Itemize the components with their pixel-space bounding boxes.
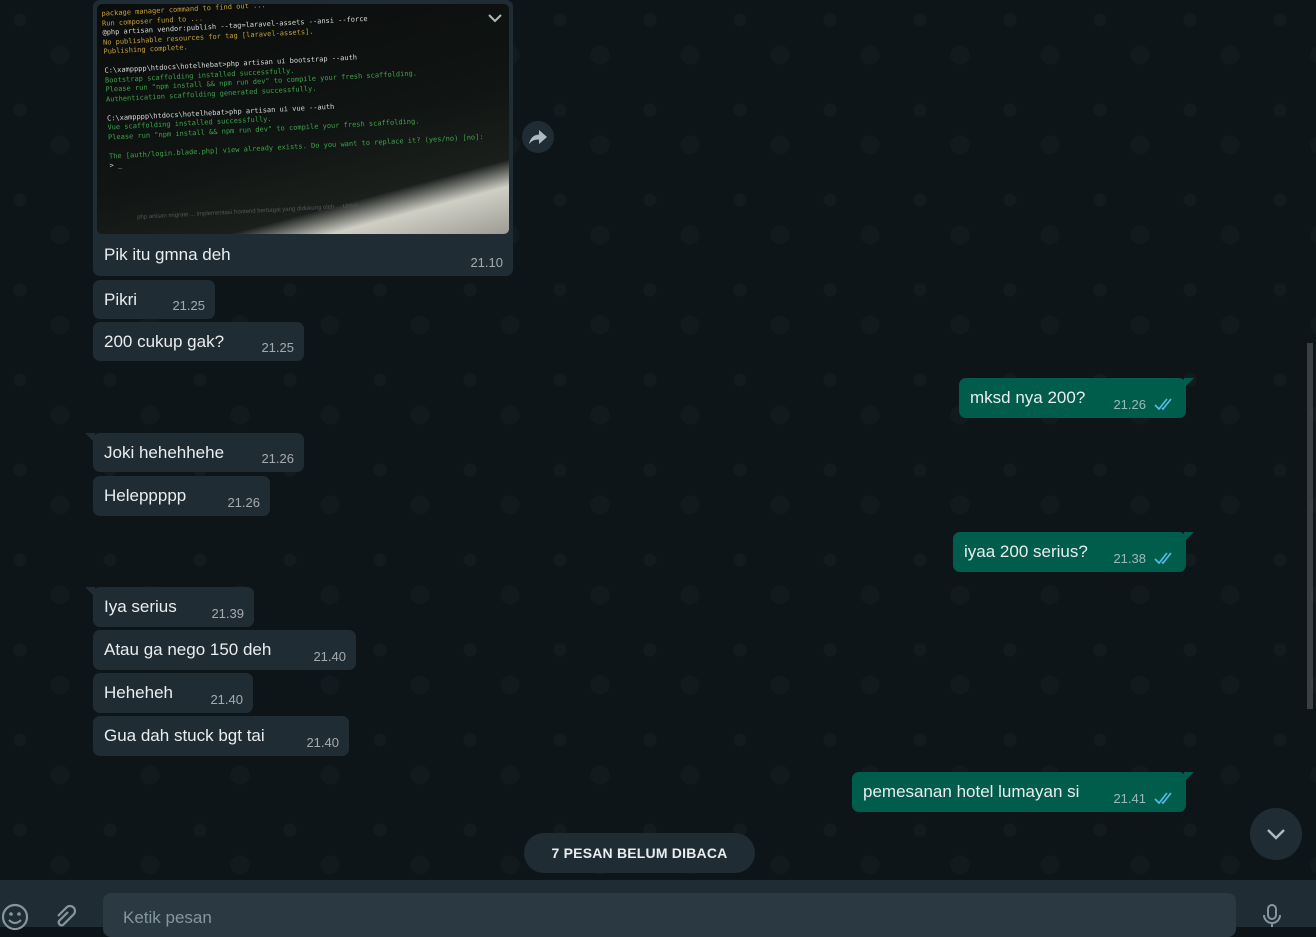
double-check-icon xyxy=(1154,792,1172,805)
bubble-tail xyxy=(85,433,95,443)
double-check-icon xyxy=(1154,398,1172,411)
message-bubble[interactable]: Atau ga nego 150 deh 21.40 xyxy=(93,630,356,670)
chevron-down-icon[interactable] xyxy=(487,12,503,24)
emoji-icon[interactable] xyxy=(0,902,32,934)
message-time: 21.26 xyxy=(1113,397,1146,412)
message-time: 21.26 xyxy=(227,495,260,510)
message-bubble[interactable]: mksd nya 200? 21.26 xyxy=(959,378,1194,418)
message-time: 21.40 xyxy=(313,649,346,664)
message-text: Pik itu gmna deh xyxy=(104,245,231,264)
forward-button[interactable] xyxy=(522,121,554,153)
double-check-icon xyxy=(1154,552,1172,565)
message-text: Atau ga nego 150 deh xyxy=(104,640,272,659)
message-text: pemesanan hotel lumayan si xyxy=(863,782,1080,801)
bubble-tail xyxy=(1184,772,1194,782)
message-bubble[interactable]: Heheheh 21.40 xyxy=(93,673,253,713)
message-text: Gua dah stuck bgt tai xyxy=(104,726,265,745)
message-text: 200 cukup gak? xyxy=(104,332,225,351)
message-bubble[interactable]: Gua dah stuck bgt tai 21.40 xyxy=(93,716,349,756)
scroll-to-bottom-button[interactable] xyxy=(1250,808,1302,860)
message-text: Pikri xyxy=(104,290,138,309)
message-text: Iya serius xyxy=(104,597,177,616)
message-text: iyaa 200 serius? xyxy=(964,542,1088,561)
terminal-photo[interactable]: package manager command to find out ... … xyxy=(97,4,509,234)
image-message[interactable]: package manager command to find out ... … xyxy=(93,0,513,276)
message-time: 21.40 xyxy=(306,735,339,750)
message-bubble[interactable]: Iya serius 21.39 xyxy=(85,587,254,627)
attach-icon[interactable] xyxy=(50,902,82,934)
chevron-down-icon xyxy=(1267,829,1285,840)
message-time: 21.38 xyxy=(1113,551,1146,566)
message-time: 21.25 xyxy=(261,340,294,355)
message-bubble[interactable]: Joki hehehhehe 21.26 xyxy=(85,433,304,472)
message-text: mksd nya 200? xyxy=(970,388,1086,407)
chat-area: package manager command to find out ... … xyxy=(0,0,1316,880)
message-time: 21.10 xyxy=(470,255,503,270)
scrollbar[interactable] xyxy=(1307,343,1313,709)
message-time: 21.26 xyxy=(261,451,294,466)
message-bubble[interactable]: Pikri 21.25 xyxy=(93,280,215,319)
message-time: 21.40 xyxy=(210,692,243,707)
mic-icon[interactable] xyxy=(1260,903,1284,927)
message-bubble[interactable]: Heleppppp 21.26 xyxy=(93,476,270,516)
message-text: Heheheh xyxy=(104,683,174,702)
message-bubble[interactable]: pemesanan hotel lumayan si 21.41 xyxy=(852,772,1194,812)
message-input-wrapper[interactable] xyxy=(103,893,1236,937)
message-bubble[interactable]: 200 cukup gak? 21.25 xyxy=(93,322,304,361)
forward-icon xyxy=(529,130,547,145)
unread-messages-banner[interactable]: 7 PESAN BELUM DIBACA xyxy=(524,833,755,873)
message-text: Heleppppp xyxy=(104,486,187,505)
message-input[interactable] xyxy=(103,893,1236,937)
message-time: 21.25 xyxy=(172,298,205,313)
message-text: Joki hehehhehe xyxy=(104,443,225,462)
message-time: 21.39 xyxy=(211,606,244,621)
message-time: 21.41 xyxy=(1113,791,1146,806)
terminal-text: package manager command to find out ... … xyxy=(97,4,509,204)
bubble-tail xyxy=(1184,532,1194,542)
screen-caption: php artisan migrate ... implementasi fro… xyxy=(136,203,359,221)
message-bubble[interactable]: iyaa 200 serius? 21.38 xyxy=(953,532,1194,572)
bubble-tail xyxy=(1184,378,1194,388)
bubble-tail xyxy=(85,587,95,597)
